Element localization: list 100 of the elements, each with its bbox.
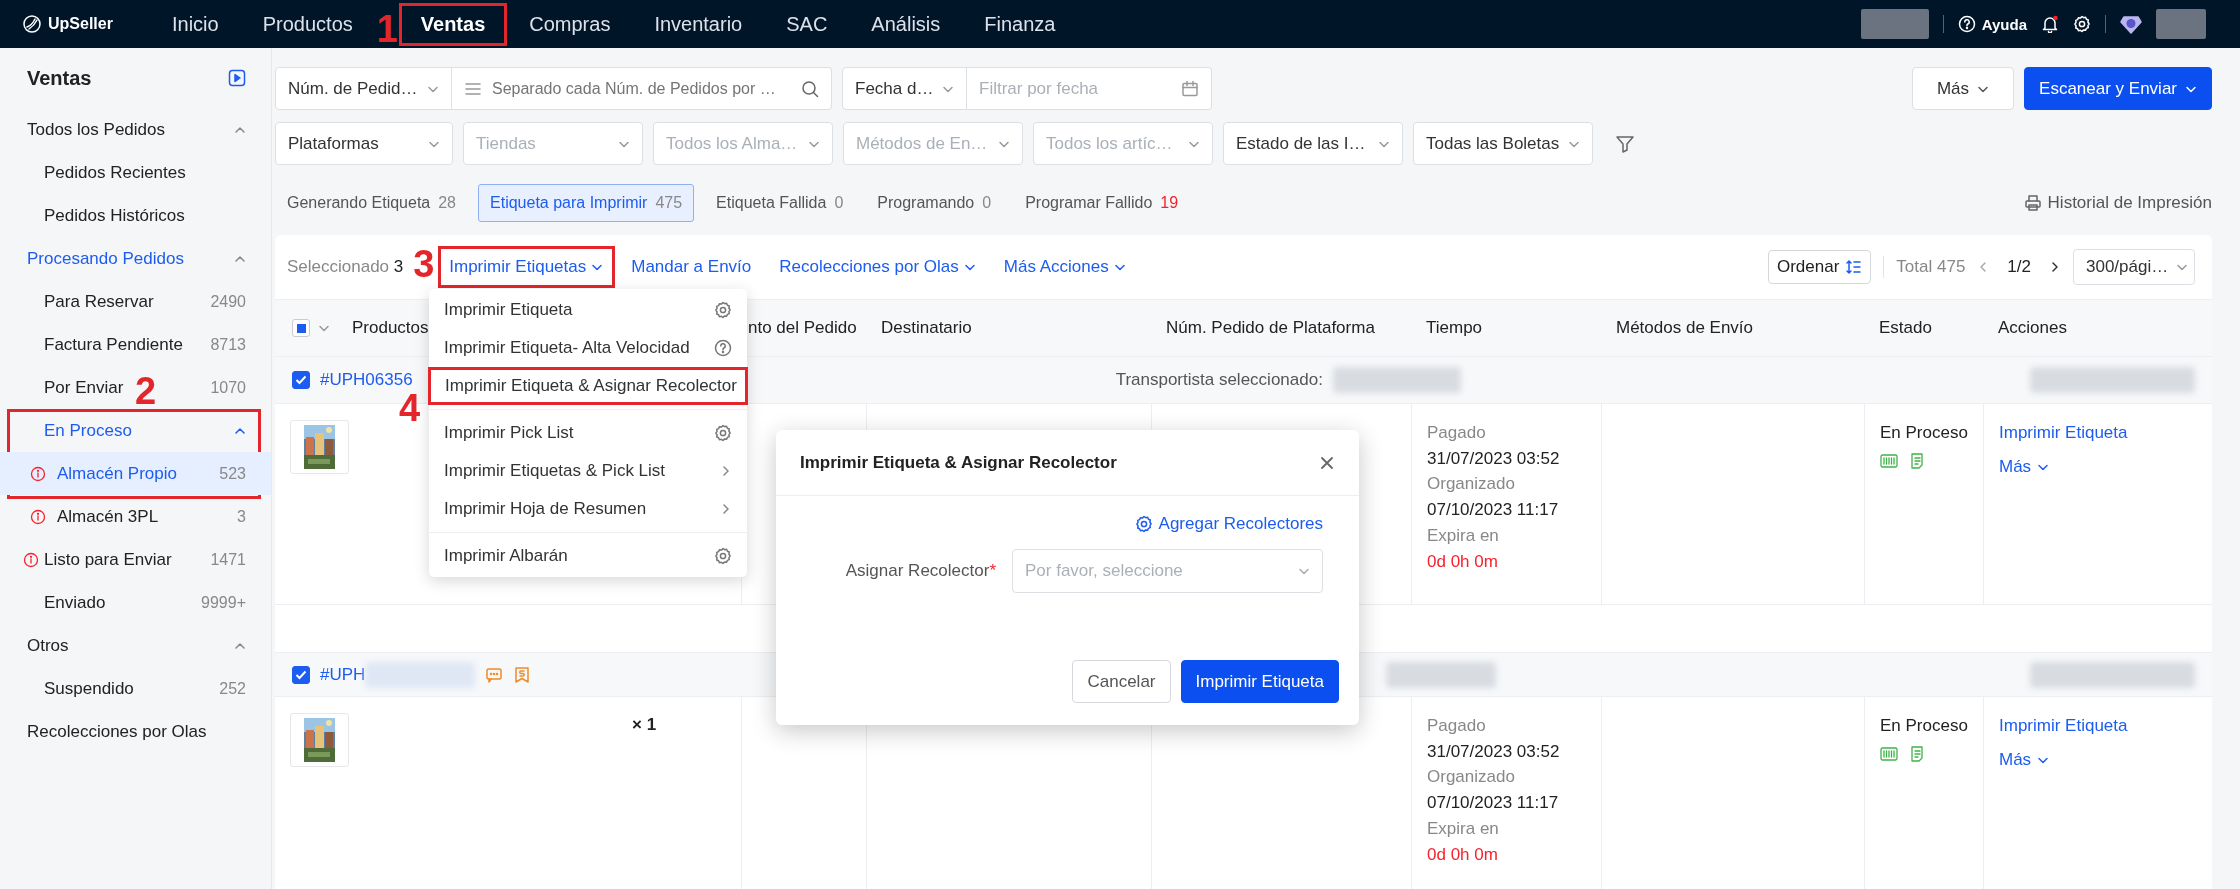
action-link[interactable]: Más Acciones [995, 253, 1134, 281]
scan-ship-button[interactable]: Escanear y Enviar [2024, 67, 2212, 110]
sidebar-group[interactable]: Todos los Pedidos [0, 108, 271, 151]
order-number[interactable]: #UPH06356 [320, 370, 413, 390]
action-link[interactable]: Recolecciones por Olas [771, 253, 984, 281]
sidebar-item[interactable]: Por Enviar [44, 377, 124, 398]
sidebar-item[interactable]: Pedidos Recientes [44, 162, 186, 183]
cancel-button[interactable]: Cancelar [1072, 660, 1171, 703]
sidebar-group[interactable]: En Proceso [0, 409, 271, 452]
sidebar-group[interactable]: Otros [0, 624, 271, 667]
print-label-link[interactable]: Imprimir Etiqueta [1999, 713, 2212, 739]
sidebar-item[interactable]: Pedidos Históricos [44, 205, 185, 226]
bell-icon[interactable] [2041, 15, 2059, 33]
menu-item[interactable]: Imprimir Etiqueta- Alta Velocidad [429, 329, 747, 367]
item-count: 1471 [210, 550, 246, 569]
more-link[interactable]: Más [1999, 453, 2212, 480]
order-status: En Proceso [1880, 715, 1969, 737]
sidebar-item[interactable]: Almacén 3PL [57, 506, 159, 527]
menu-item[interactable]: Imprimir Albarán [429, 537, 747, 575]
nav-tab[interactable]: Productos [240, 4, 375, 44]
item-count: 8713 [210, 335, 246, 354]
column-header: Productos [352, 318, 429, 338]
filter-select[interactable]: Estado de las I… [1223, 122, 1403, 165]
sidebar-item[interactable]: Para Reservar [44, 291, 154, 312]
chevron-right-icon [720, 503, 732, 515]
status-tab[interactable]: Programando 0 [865, 184, 1004, 222]
sidebar-item[interactable]: Factura Pendiente [44, 334, 183, 355]
app-logo: UpSeller [48, 15, 113, 33]
menu-item[interactable]: Imprimir Etiqueta [429, 291, 747, 329]
status-tab[interactable]: Etiqueta Fallida 0 [704, 184, 856, 222]
annotation-number: 4 [399, 389, 421, 427]
action-link[interactable]: Imprimir Etiquetas [441, 253, 612, 281]
order-status: En Proceso [1880, 422, 1969, 444]
status-tab[interactable]: Generando Etiqueta 28 [275, 184, 468, 222]
page-size-select[interactable]: 300/pági… [2073, 249, 2195, 285]
diamond-icon [2120, 13, 2142, 35]
sort-button[interactable]: Ordenar [1768, 250, 1872, 284]
nav-tab[interactable]: Inventario [632, 4, 765, 44]
time-label: Expira en [1427, 817, 1500, 840]
column-header: Estado [1879, 318, 1932, 338]
filter-select[interactable]: Plataformas [275, 122, 453, 165]
checkbox[interactable] [292, 371, 310, 389]
more-button[interactable]: Más [1911, 67, 2015, 110]
nav-tab[interactable]: Inicio [150, 4, 241, 44]
chevron-right-icon[interactable] [2049, 261, 2061, 273]
sidebar-item[interactable]: Listo para Enviar [44, 549, 172, 570]
column-header: nto del Pedido [748, 318, 857, 338]
redacted-area [1860, 9, 1929, 39]
sidebar-item[interactable]: Suspendido [44, 678, 134, 699]
sidebar-title: Ventas [27, 66, 92, 90]
time-label: Organizado [1427, 473, 1516, 496]
help-link[interactable]: Ayuda [1981, 15, 2027, 33]
search-icon[interactable] [801, 79, 819, 98]
column-header: Métodos de Envío [1616, 318, 1754, 338]
action-link[interactable]: Mandar a Envío [623, 253, 760, 281]
menu-item[interactable]: Imprimir Etiqueta & Asignar Recolector [431, 370, 745, 402]
nav-tab[interactable]: Finanza [962, 4, 1078, 44]
bookmark-icon [513, 665, 532, 684]
total-count: Total 475 [1896, 257, 1966, 277]
annotation-number: 2 [135, 372, 157, 410]
item-count: 2490 [210, 292, 246, 311]
selection-count: Seleccionado 3 [287, 257, 404, 277]
sort-icon [1845, 259, 1863, 275]
checkbox[interactable] [292, 665, 310, 684]
nav-tab[interactable]: Ventas [398, 4, 508, 44]
nav-tab[interactable]: Compras [507, 4, 633, 44]
status-tab[interactable]: Programar Fallido 19 [1013, 184, 1191, 222]
add-pickers-link[interactable]: Agregar Recolectores [1158, 514, 1323, 534]
time-label: Expira en [1427, 524, 1500, 547]
print-label-link[interactable]: Imprimir Etiqueta [1999, 420, 2212, 446]
carrier-label: Transportista seleccionado: [1115, 370, 1323, 390]
filter-select[interactable]: Todas las Boletas [1413, 122, 1593, 165]
nav-tab[interactable]: Análisis [849, 4, 963, 44]
column-header: Destinatario [881, 318, 972, 338]
sidebar-item[interactable]: Enviado [44, 592, 106, 613]
print-history-link[interactable]: Historial de Impresión [2047, 193, 2212, 213]
nav-tab[interactable]: SAC [764, 4, 850, 44]
item-count: 9999+ [201, 593, 246, 612]
more-link[interactable]: Más [1999, 746, 2212, 773]
filter-select[interactable]: Fecha d… [842, 67, 967, 110]
time-label: Pagado [1427, 715, 1487, 737]
filter-select[interactable]: Núm. de Pedid… [275, 67, 452, 110]
logo-icon [22, 14, 42, 34]
close-icon[interactable] [1319, 454, 1335, 471]
menu-item[interactable]: Imprimir Pick List [429, 414, 747, 452]
search-field[interactable]: Separado cada Núm. de Pedidos por … [452, 67, 832, 110]
time-value: 31/07/2023 03:52 [1427, 447, 1561, 470]
print-label-button[interactable]: Imprimir Etiqueta [1180, 660, 1339, 703]
filter-icon[interactable] [1615, 133, 1635, 154]
sidebar-group[interactable]: Procesando Pedidos [0, 237, 271, 280]
time-value: 0d 0h 0m [1427, 843, 1499, 866]
status-tab[interactable]: Etiqueta para Imprimir 475 [478, 184, 695, 222]
sidebar-group[interactable]: Recolecciones por Olas [0, 710, 271, 753]
order-number[interactable]: #UPH [320, 664, 366, 685]
printer-icon [2023, 194, 2042, 212]
sidebar-item[interactable]: Almacén Propio [57, 463, 177, 484]
menu-item[interactable]: Imprimir Etiquetas & Pick List [429, 452, 747, 490]
barcode-icon [1880, 451, 1898, 470]
play-icon[interactable] [228, 69, 246, 87]
menu-item[interactable]: Imprimir Hoja de Resumen [429, 490, 747, 528]
